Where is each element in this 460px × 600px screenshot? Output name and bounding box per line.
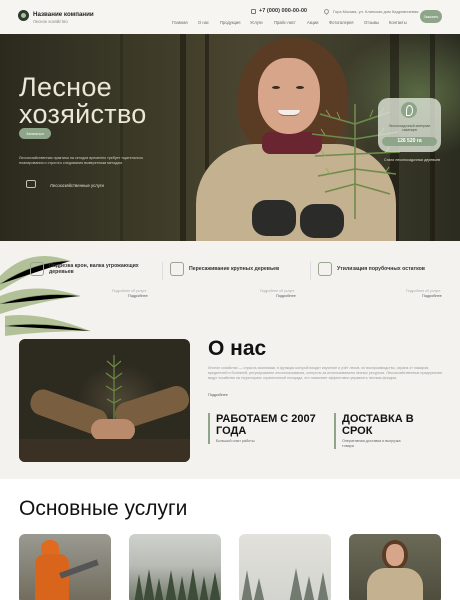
hero-title-line1: Лесное — [19, 72, 112, 102]
services-title: Основные услуги — [19, 497, 188, 520]
hero-person-eye — [296, 86, 304, 89]
about-hands — [91, 419, 135, 441]
stat-caption: Стали лесопосадочных деревьев — [383, 158, 440, 162]
hero-title-line2: хозяйство — [19, 99, 147, 129]
about-text: Лесное хозяйство — отрасль экономики, в … — [208, 366, 442, 381]
forestry-service-icon — [26, 180, 36, 188]
tree-transplant-icon — [170, 262, 184, 276]
fern-decoration-icon — [0, 256, 91, 336]
strip-service-1[interactable]: Подрезка крон, валка угрожающих деревьев — [30, 262, 160, 276]
misty-forest-icon — [241, 568, 329, 600]
strip-divider — [162, 262, 163, 280]
mini-label: Подробнее об услуге — [406, 289, 441, 293]
strip-divider — [310, 262, 311, 280]
background-tree — [120, 34, 123, 241]
tree-cut-icon — [30, 262, 44, 276]
strip-service-label: Подрезка крон, валка угрожающих деревьев — [49, 263, 139, 275]
header: Название компании Лесное хозяйство +7 (0… — [0, 0, 460, 34]
company-name[interactable]: Название компании — [33, 11, 94, 18]
phone-number[interactable]: +7 (000) 000-00-00 — [259, 8, 307, 14]
phone-icon — [251, 9, 256, 14]
background-tree — [180, 34, 186, 241]
strip-service-label: Утилизация порубочных остатков — [337, 266, 425, 272]
company-tagline: Лесное хозяйство — [33, 19, 68, 24]
nav-item-services[interactable]: Услуги — [250, 20, 274, 25]
mini-more-link[interactable]: Подробнее — [128, 294, 148, 298]
nav-item-contacts[interactable]: Контакты — [389, 20, 415, 25]
nav-item-promotions[interactable]: Акции — [307, 20, 329, 25]
helmet-icon — [41, 540, 59, 554]
nav-item-pricelist[interactable]: Прайс-лист — [274, 20, 307, 25]
address: Гора Москва, ул. Клинская дом Кадровичев… — [333, 9, 419, 14]
logo-icon[interactable] — [18, 10, 29, 21]
hero-banner: Лесное хозяйство Записаться Лесохозяйств… — [0, 34, 460, 241]
main-nav: Главная О нас Продукция Услуги Прайс-лис… — [172, 20, 415, 25]
service-card-2[interactable] — [129, 534, 221, 600]
hero-person-eye — [272, 86, 280, 89]
forest-icon — [134, 568, 221, 600]
fact-title-line1: ДОСТАВКА В — [342, 413, 414, 425]
mini-more-link[interactable]: Подробнее — [422, 294, 442, 298]
mini-label: Подробнее об услуге — [112, 289, 147, 293]
hero-title: Лесное хозяйство — [19, 74, 147, 128]
hero-signup-button[interactable]: Записаться — [19, 128, 51, 139]
service-card-3[interactable] — [239, 534, 331, 600]
seedling-icon — [105, 355, 123, 425]
mini-label: Подробнее об услуге — [260, 289, 295, 293]
stat-label: Лесопосадочный материал саженцев — [388, 124, 431, 132]
fact-delivery: ДОСТАВКА В СРОК Оперативная доставка и в… — [334, 413, 444, 449]
card-person-jacket — [367, 568, 423, 600]
nav-item-home[interactable]: Главная — [172, 20, 198, 25]
recycle-icon — [318, 262, 332, 276]
fact-title-line2: СРОК — [342, 425, 373, 437]
strip-service-label: Пересаживание крупных деревьев — [189, 266, 280, 272]
stat-value: 126 520 га — [382, 137, 437, 146]
card-person-face — [386, 544, 404, 566]
about-photo — [19, 339, 190, 462]
about-title: О нас — [208, 337, 267, 360]
nav-item-reviews[interactable]: Отзывы — [364, 20, 389, 25]
service-card-1[interactable] — [19, 534, 111, 600]
fact-experience: РАБОТАЕМ С 2007 ГОДА Большой опыт работы — [208, 413, 328, 444]
nav-item-about[interactable]: О нас — [198, 20, 220, 25]
hero-person-smile — [278, 110, 300, 116]
hero-description: Лесохозяйственная практика на сегодня вр… — [19, 156, 144, 165]
leaf-icon — [401, 102, 417, 118]
fact-title-line2: ГОДА — [216, 425, 247, 437]
strip-service-3[interactable]: Утилизация порубочных остатков — [318, 262, 448, 276]
location-icon — [322, 7, 331, 16]
nav-item-gallery[interactable]: Фотогалерея — [329, 20, 364, 25]
service-card-4[interactable] — [349, 534, 441, 600]
strip-service-2[interactable]: Пересаживание крупных деревьев — [170, 262, 310, 276]
about-more-link[interactable]: Подробнее — [208, 393, 228, 397]
fact-subtitle: Оперативная доставка и выгрузка товара — [342, 439, 401, 448]
hero-glove-left — [252, 200, 296, 236]
fact-title-line1: РАБОТАЕМ С 2007 — [216, 413, 316, 425]
hero-service-link[interactable]: Лесохозяйственные услуги — [50, 183, 104, 188]
hero-glove-right — [300, 204, 344, 238]
header-cta-button[interactable]: Заказать — [420, 10, 442, 23]
nav-item-products[interactable]: Продукция — [220, 20, 250, 25]
mini-more-link[interactable]: Подробнее — [276, 294, 296, 298]
fact-subtitle: Большой опыт работы — [216, 439, 255, 443]
stat-card: Лесопосадочный материал саженцев 126 520… — [378, 98, 441, 152]
about-soil — [19, 439, 190, 462]
